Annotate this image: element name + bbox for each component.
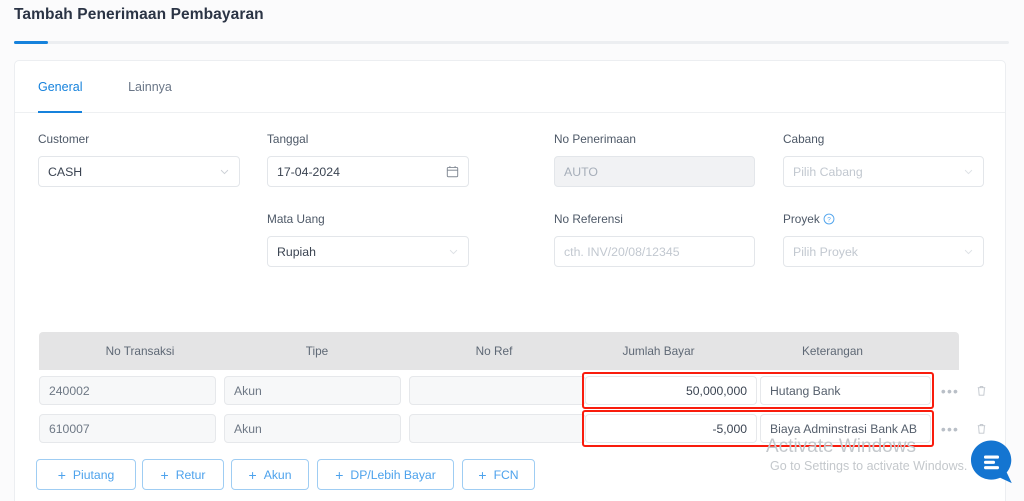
cell-no-transaksi[interactable]: 610007 [39, 414, 216, 443]
tab-bar: General Lainnya [15, 61, 1005, 113]
trash-icon[interactable] [971, 376, 991, 405]
chevron-down-icon [449, 249, 458, 255]
chevron-down-icon [964, 169, 973, 175]
plus-icon: + [248, 466, 257, 483]
column-header-jumlah-bayar: Jumlah Bayar [622, 344, 695, 358]
cell-no-ref[interactable] [409, 376, 586, 405]
table-row: 240002 Akun 50,000,000 Hutang Bank ••• [39, 372, 985, 410]
plus-icon: + [478, 466, 487, 483]
page-title: Tambah Penerimaan Pembayaran [14, 6, 264, 23]
no-penerimaan-value: AUTO [564, 164, 598, 179]
chat-message-icon [970, 440, 1012, 484]
question-circle-icon[interactable]: ? [823, 213, 835, 225]
add-fcn-label: FCN [493, 467, 519, 482]
add-piutang-label: Piutang [72, 467, 115, 482]
add-akun-button[interactable]: + Akun [231, 459, 309, 490]
page-progress-fill [14, 41, 48, 44]
label-no-penerimaan: No Penerimaan [554, 132, 636, 146]
add-dp-lebih-bayar-label: DP/Lebih Bayar [350, 467, 436, 482]
cell-no-transaksi[interactable]: 240002 [39, 376, 216, 405]
calendar-icon[interactable] [446, 165, 459, 178]
no-referensi-input[interactable]: cth. INV/20/08/12345 [554, 236, 755, 267]
add-fcn-button[interactable]: + FCN [462, 459, 535, 490]
tab-active-underline [38, 110, 82, 113]
no-penerimaan-input: AUTO [554, 156, 755, 187]
proyek-placeholder: Pilih Proyek [793, 244, 858, 259]
label-cabang: Cabang [783, 132, 825, 146]
add-akun-label: Akun [263, 467, 292, 482]
label-customer: Customer [38, 132, 90, 146]
label-no-referensi: No Referensi [554, 212, 623, 226]
label-tanggal: Tanggal [267, 132, 309, 146]
ellipsis-icon[interactable]: ••• [940, 376, 960, 405]
tanggal-value: 17-04-2024 [277, 164, 340, 179]
add-piutang-button[interactable]: + Piutang [36, 459, 136, 490]
transactions-table-header: No Transaksi Tipe No Ref Jumlah Bayar Ke… [39, 332, 959, 370]
mata-uang-value: Rupiah [277, 244, 316, 259]
svg-text:?: ? [827, 217, 831, 224]
label-proyek-text: Proyek [783, 212, 820, 226]
cell-keterangan[interactable]: Biaya Adminstrasi Bank AB [760, 414, 931, 443]
cell-tipe[interactable]: Akun [224, 414, 401, 443]
cell-keterangan[interactable]: Hutang Bank [760, 376, 931, 405]
customer-value: CASH [48, 164, 83, 179]
cell-jumlah-bayar[interactable]: -5,000 [585, 414, 757, 443]
add-retur-label: Retur [175, 467, 206, 482]
form-card: General Lainnya Customer CASH Tanggal 17… [14, 60, 1006, 501]
add-dp-lebih-bayar-button[interactable]: + DP/Lebih Bayar [317, 459, 454, 490]
table-row: 610007 Akun -5,000 Biaya Adminstrasi Ban… [39, 410, 985, 448]
tanggal-date-input[interactable]: 17-04-2024 [267, 156, 469, 187]
tab-general-label: General [38, 80, 83, 94]
chat-support-fab[interactable] [968, 439, 1015, 486]
page-progress-bar [14, 41, 1009, 44]
label-proyek: Proyek? [783, 212, 835, 226]
cabang-select[interactable]: Pilih Cabang [783, 156, 984, 187]
plus-icon: + [57, 466, 66, 483]
customer-select[interactable]: CASH [38, 156, 240, 187]
chevron-down-icon [220, 169, 229, 175]
column-header-no-ref: No Ref [475, 344, 513, 358]
cell-tipe[interactable]: Akun [224, 376, 401, 405]
tab-general[interactable]: General [38, 61, 82, 113]
chevron-down-icon [964, 249, 973, 255]
add-retur-button[interactable]: + Retur [142, 459, 224, 490]
cell-no-ref[interactable] [409, 414, 586, 443]
proyek-select[interactable]: Pilih Proyek [783, 236, 984, 267]
cabang-placeholder: Pilih Cabang [793, 164, 863, 179]
tab-lainnya-label: Lainnya [128, 80, 172, 94]
tab-lainnya[interactable]: Lainnya [127, 61, 173, 113]
mata-uang-select[interactable]: Rupiah [267, 236, 469, 267]
plus-icon: + [160, 466, 169, 483]
ellipsis-icon[interactable]: ••• [940, 414, 960, 443]
cell-jumlah-bayar[interactable]: 50,000,000 [585, 376, 757, 405]
column-header-tipe: Tipe [305, 344, 329, 358]
column-header-keterangan: Keterangan [801, 344, 863, 358]
app-screen: Tambah Penerimaan Pembayaran General Lai… [0, 0, 1024, 501]
label-mata-uang: Mata Uang [267, 212, 325, 226]
plus-icon: + [335, 466, 344, 483]
column-header-no-transaksi: No Transaksi [105, 344, 175, 358]
no-referensi-placeholder: cth. INV/20/08/12345 [564, 244, 680, 259]
